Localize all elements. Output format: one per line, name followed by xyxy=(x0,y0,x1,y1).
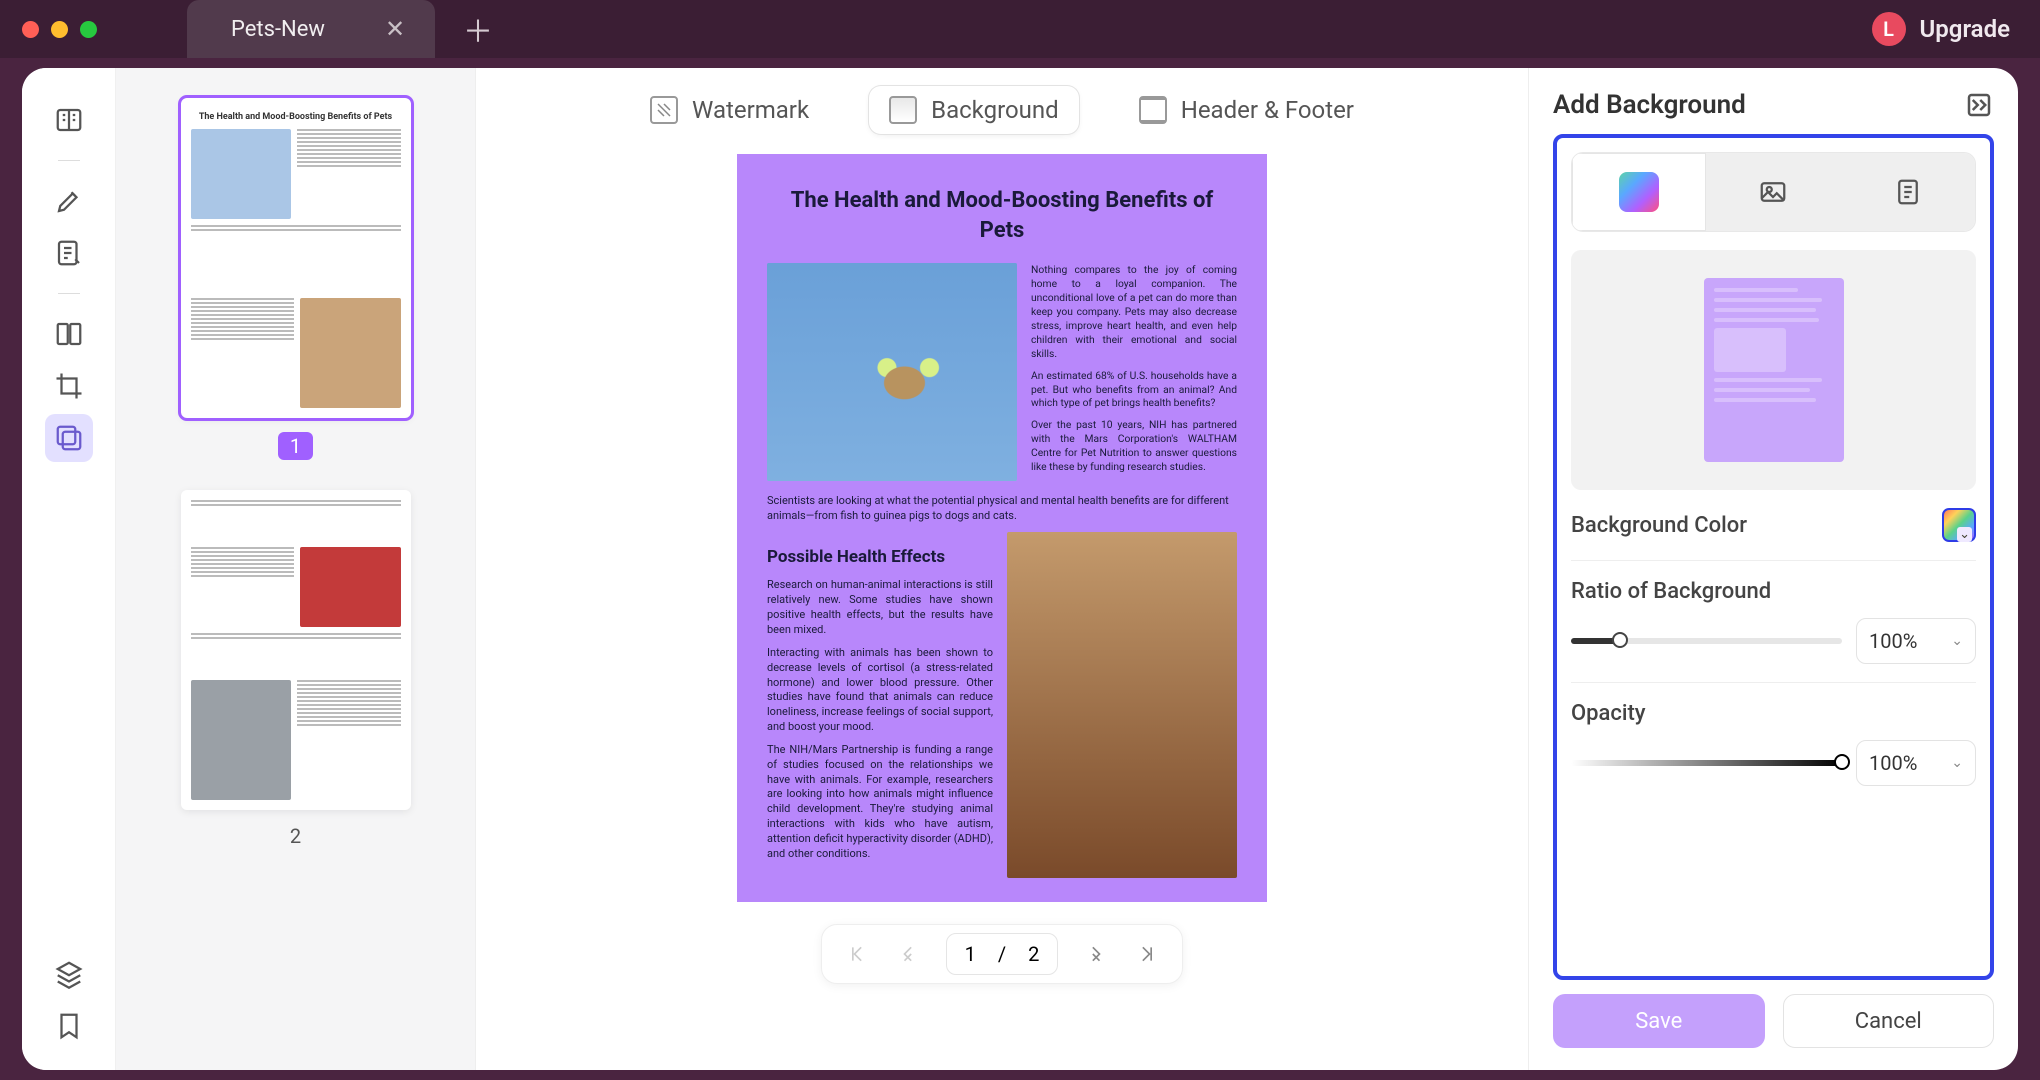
thumb-number: 1 xyxy=(278,432,313,460)
document-tab[interactable]: Pets-New ✕ xyxy=(187,0,435,58)
add-background-panel: Add Background xyxy=(1528,68,2018,1070)
opacity-value: 100% xyxy=(1869,751,1917,775)
document-canvas: Watermark Background Header & Footer The… xyxy=(476,68,1528,1070)
close-window-button[interactable] xyxy=(22,21,39,38)
thumb-number: 2 xyxy=(290,824,301,848)
layers-tool[interactable] xyxy=(45,950,93,998)
new-tab-button[interactable]: ＋ xyxy=(463,7,493,51)
opacity-label: Opacity xyxy=(1571,701,1976,726)
background-type-tabs xyxy=(1571,152,1976,232)
background-preview xyxy=(1571,250,1976,490)
background-color-picker[interactable] xyxy=(1942,508,1976,542)
thumbnail-page-2[interactable]: 2 xyxy=(181,490,411,848)
compare-tool[interactable] xyxy=(45,310,93,358)
tab-label: Header & Footer xyxy=(1181,96,1354,124)
image-icon xyxy=(1758,177,1788,207)
crop-tool[interactable] xyxy=(45,362,93,410)
minimize-window-button[interactable] xyxy=(51,21,68,38)
body-text: The NIH/Mars Partnership is funding a ra… xyxy=(767,743,993,862)
close-tab-icon[interactable]: ✕ xyxy=(385,15,405,43)
prev-page-button[interactable] xyxy=(886,933,928,975)
file-icon xyxy=(1893,177,1923,207)
ratio-value-field[interactable]: 100% ⌄ xyxy=(1856,618,1976,664)
total-pages: 2 xyxy=(1028,942,1039,966)
page-title: The Health and Mood-Boosting Benefits of… xyxy=(767,186,1237,245)
bg-type-file[interactable] xyxy=(1841,153,1975,231)
collapse-panel-button[interactable] xyxy=(1964,90,1994,120)
thumb-title: The Health and Mood-Boosting Benefits of… xyxy=(199,112,392,123)
panel-title: Add Background xyxy=(1553,90,1746,120)
window-controls xyxy=(22,21,97,38)
tab-background[interactable]: Background xyxy=(869,86,1079,134)
dog-image xyxy=(1007,532,1237,878)
page-number-field[interactable]: 1 / 2 xyxy=(946,933,1059,975)
chevron-down-icon: ⌄ xyxy=(1951,755,1963,771)
current-page: 1 xyxy=(965,942,976,966)
reader-mode-tool[interactable] xyxy=(45,96,93,144)
bg-type-image[interactable] xyxy=(1706,153,1840,231)
bg-type-color[interactable] xyxy=(1572,153,1706,231)
thumbnails-panel: The Health and Mood-Boosting Benefits of… xyxy=(116,68,476,1070)
upgrade-label: Upgrade xyxy=(1920,15,2010,43)
opacity-slider[interactable] xyxy=(1571,760,1842,766)
next-page-button[interactable] xyxy=(1076,933,1118,975)
cancel-button[interactable]: Cancel xyxy=(1783,994,1995,1048)
section-heading: Possible Health Effects xyxy=(767,546,993,569)
tab-header-footer[interactable]: Header & Footer xyxy=(1119,86,1374,134)
left-toolbar xyxy=(22,68,116,1070)
cat-image xyxy=(767,263,1017,481)
app-window: The Health and Mood-Boosting Benefits of… xyxy=(22,68,2018,1070)
save-button[interactable]: Save xyxy=(1553,994,1765,1048)
body-text: Nothing compares to the joy of coming ho… xyxy=(1031,263,1237,360)
background-color-label: Background Color xyxy=(1571,513,1747,538)
ratio-slider[interactable] xyxy=(1571,638,1842,644)
background-tool[interactable] xyxy=(45,414,93,462)
last-page-button[interactable] xyxy=(1126,933,1168,975)
watermark-icon xyxy=(650,96,678,124)
rainbow-swatch-icon xyxy=(1619,172,1659,212)
tab-label: Watermark xyxy=(692,96,809,124)
page-sep: / xyxy=(998,942,1006,966)
page-navigator: 1 / 2 xyxy=(821,924,1184,984)
ratio-value: 100% xyxy=(1869,629,1917,653)
opacity-value-field[interactable]: 100% ⌄ xyxy=(1856,740,1976,786)
header-footer-icon xyxy=(1139,96,1167,124)
preview-thumbnail xyxy=(1704,278,1844,462)
tab-watermark[interactable]: Watermark xyxy=(630,86,829,134)
background-icon xyxy=(889,96,917,124)
body-text: Research on human-animal interactions is… xyxy=(767,578,993,637)
maximize-window-button[interactable] xyxy=(80,21,97,38)
document-page[interactable]: The Health and Mood-Boosting Benefits of… xyxy=(737,154,1267,902)
form-tool[interactable] xyxy=(45,229,93,277)
edit-mode-tabs: Watermark Background Header & Footer xyxy=(630,86,1374,134)
background-settings-group: Background Color Ratio of Background 100… xyxy=(1553,134,1994,980)
highlighter-tool[interactable] xyxy=(45,177,93,225)
body-text: Scientists are looking at what the poten… xyxy=(767,494,1237,524)
thumbnail-page-1[interactable]: The Health and Mood-Boosting Benefits of… xyxy=(181,98,411,460)
title-bar: Pets-New ✕ ＋ L Upgrade xyxy=(0,0,2040,58)
chevron-down-icon: ⌄ xyxy=(1951,633,1963,649)
body-text: Over the past 10 years, NIH has partnere… xyxy=(1031,418,1237,474)
tab-title: Pets-New xyxy=(231,17,325,42)
body-text: Interacting with animals has been shown … xyxy=(767,646,993,735)
ratio-label: Ratio of Background xyxy=(1571,579,1976,604)
body-text: An estimated 68% of U.S. households have… xyxy=(1031,369,1237,411)
tab-label: Background xyxy=(931,96,1059,124)
first-page-button[interactable] xyxy=(836,933,878,975)
avatar: L xyxy=(1872,12,1906,46)
bookmark-tool[interactable] xyxy=(45,1002,93,1050)
upgrade-button[interactable]: L Upgrade xyxy=(1872,12,2010,46)
